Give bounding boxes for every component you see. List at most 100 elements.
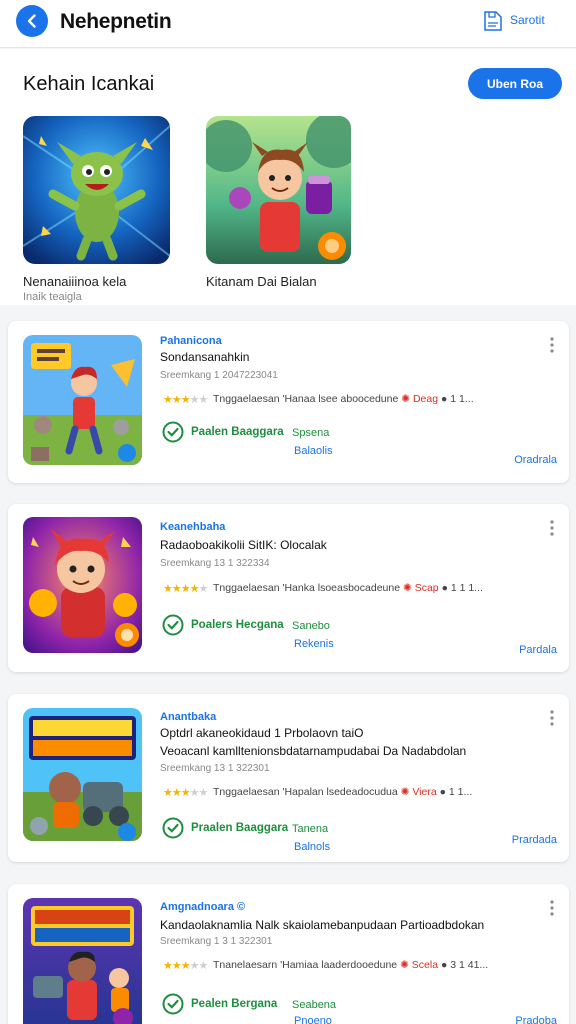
star-icon: ★ <box>171 583 182 595</box>
card-category: Anantbaka <box>160 711 217 723</box>
card-category: Pahanicona <box>160 335 222 347</box>
game-card[interactable]: Keanehbaha Radaoboakikolii SitIK: Olocal… <box>8 504 569 672</box>
card-rating: ★★★★★ <box>163 393 209 406</box>
star-icon: ★ <box>189 960 200 972</box>
star-icon: ★ <box>198 394 209 406</box>
card-meta-tail: ● 1 1 1... <box>441 582 483 594</box>
game-card-artwork <box>23 708 142 841</box>
card-rating: ★★★★★ <box>163 959 209 972</box>
more-vertical-icon[interactable] <box>547 899 557 917</box>
more-vertical-icon[interactable] <box>547 519 557 537</box>
card-title[interactable]: Optdrl akaneokidaud 1 Prbolaovn taiO <box>160 726 363 740</box>
featured-game-1-name[interactable]: Nenanaiiinoa kela <box>23 274 126 289</box>
card-tag: Spsena <box>292 427 330 439</box>
star-icon: ★ <box>198 787 209 799</box>
game-card-thumbnail[interactable] <box>23 898 142 1024</box>
game-card-artwork <box>23 335 142 465</box>
star-icon: ★ <box>180 960 191 972</box>
card-title[interactable]: Sondansanahkin <box>160 350 249 364</box>
star-icon: ★ <box>171 960 182 972</box>
star-icon: ★ <box>163 960 173 972</box>
card-meta-text: Tnanelaesarn 'Hamiaa laaderdooedune <box>213 959 398 971</box>
card-secondary-link[interactable]: Pnoeno <box>294 1015 332 1024</box>
featured-game-1-subtitle: Inaik teaigla <box>23 291 82 303</box>
star-icon: ★ <box>189 583 200 595</box>
card-secondary-link[interactable]: Balaolis <box>294 445 333 457</box>
card-subtitle: Veoacanl kamlltenionsbdatarnampudabai Da… <box>160 744 467 758</box>
star-icon: ★ <box>198 583 209 595</box>
card-category: Amgnadnoara © <box>160 901 246 913</box>
card-status: Poalers Hecgana <box>191 619 284 631</box>
card-rating: ★★★★★ <box>163 786 209 799</box>
star-icon: ★ <box>180 394 191 406</box>
card-meta: Tnanelaesarn 'Hamiaa laaderdooedune ✺ Sc… <box>213 959 488 971</box>
card-tag: Sanebo <box>292 620 330 632</box>
card-status: Pealen Bergana <box>191 998 278 1010</box>
card-status: Praalen Baaggara <box>191 822 289 834</box>
card-meta-highlight: ✺ Deag <box>401 393 439 405</box>
check-circle-icon <box>162 421 184 443</box>
card-category: Keanehbaha <box>160 521 226 533</box>
card-rating: ★★★★★ <box>163 582 209 595</box>
featured-game-2-name[interactable]: Kitanam Dai Bialan <box>206 274 317 289</box>
card-meta: Tnggaelaesan 'Hanaa lsee aboocedune ✺ De… <box>213 393 474 405</box>
card-action-link[interactable]: Pradoba <box>515 1015 557 1024</box>
card-meta-text: Tnggaelaesan 'Hanaa lsee aboocedune <box>213 393 399 405</box>
game-card-thumbnail[interactable] <box>23 517 142 653</box>
card-meta-tail: ● 1 1... <box>439 786 473 798</box>
save-label[interactable]: Sarotit <box>510 13 545 27</box>
card-title[interactable]: Radaoboakikolii SitIK: Olocalak <box>160 538 327 552</box>
card-meta-tail: ● 3 1 41... <box>440 959 489 971</box>
star-icon: ★ <box>163 394 173 406</box>
section-title: Kehain Icankai <box>23 73 155 95</box>
game-card[interactable]: Pahanicona Sondansanahkin Sreemkang 1 20… <box>8 321 569 483</box>
game-card[interactable]: Anantbaka Optdrl akaneokidaud 1 Prbolaov… <box>8 694 569 862</box>
star-icon: ★ <box>171 787 182 799</box>
star-icon: ★ <box>171 394 182 406</box>
card-meta-text: Tnggaelaesan 'Hapalan lsedeadocudua <box>213 786 398 798</box>
game-card-artwork <box>23 517 142 653</box>
card-meta-highlight: ✺ Scela <box>400 959 439 971</box>
game-card[interactable]: Amgnadnoara © Kandaolaknamlia Nalk skaio… <box>8 884 569 1024</box>
card-meta-highlight: ✺ Viera <box>400 786 437 798</box>
card-meta-text: Tnggaelaesan 'Hanka lsoeasbocadeune <box>213 582 401 594</box>
hero-artwork <box>206 116 351 264</box>
top-app-bar: Nehepnetin Sarotit <box>0 0 576 48</box>
card-status: Paalen Baaggara <box>191 426 284 438</box>
star-icon: ★ <box>163 787 173 799</box>
star-icon: ★ <box>198 960 209 972</box>
card-action-link[interactable]: Pardala <box>519 644 557 656</box>
card-action-link[interactable]: Oradrala <box>514 454 557 466</box>
card-date: Sreemkang 13 1 322301 <box>160 763 270 774</box>
creature-artwork <box>23 116 170 264</box>
check-circle-icon <box>162 614 184 636</box>
card-meta: Tnggaelaesan 'Hapalan lsedeadocudua ✺ Vi… <box>213 786 472 798</box>
featured-section: Kehain Icankai Uben Roa Nenanaiiinoa kel… <box>0 49 576 305</box>
card-title[interactable]: Kandaolaknamlia Nalk skaiolamebanpudaan … <box>160 918 484 932</box>
card-meta-highlight: ✺ Scap <box>402 582 439 594</box>
card-secondary-link[interactable]: Balnols <box>294 841 330 853</box>
check-circle-icon <box>162 817 184 839</box>
save-document-icon[interactable] <box>483 9 503 33</box>
star-icon: ★ <box>189 394 200 406</box>
more-vertical-icon[interactable] <box>547 709 557 727</box>
star-icon: ★ <box>189 787 200 799</box>
card-tag: Seabena <box>292 999 337 1011</box>
featured-game-2-artwork[interactable] <box>206 116 351 264</box>
app-title: Nehepnetin <box>60 10 172 33</box>
card-meta: Tnggaelaesan 'Hanka lsoeasbocadeune ✺ Sc… <box>213 582 483 594</box>
card-secondary-link[interactable]: Rekenis <box>294 638 334 650</box>
card-action-link[interactable]: Prardada <box>512 834 557 846</box>
game-card-thumbnail[interactable] <box>23 335 142 465</box>
card-meta-tail: ● 1 1... <box>441 393 474 405</box>
featured-game-1-artwork[interactable] <box>23 116 170 264</box>
card-date: Sreemkang 13 1 322334 <box>160 558 270 569</box>
more-vertical-icon[interactable] <box>547 336 557 354</box>
star-icon: ★ <box>180 583 191 595</box>
check-circle-icon <box>162 993 184 1015</box>
featured-action-button[interactable]: Uben Roa <box>468 68 562 99</box>
game-card-thumbnail[interactable] <box>23 708 142 841</box>
back-button[interactable] <box>16 5 48 37</box>
card-tag: Tanena <box>292 823 329 835</box>
star-icon: ★ <box>163 583 173 595</box>
